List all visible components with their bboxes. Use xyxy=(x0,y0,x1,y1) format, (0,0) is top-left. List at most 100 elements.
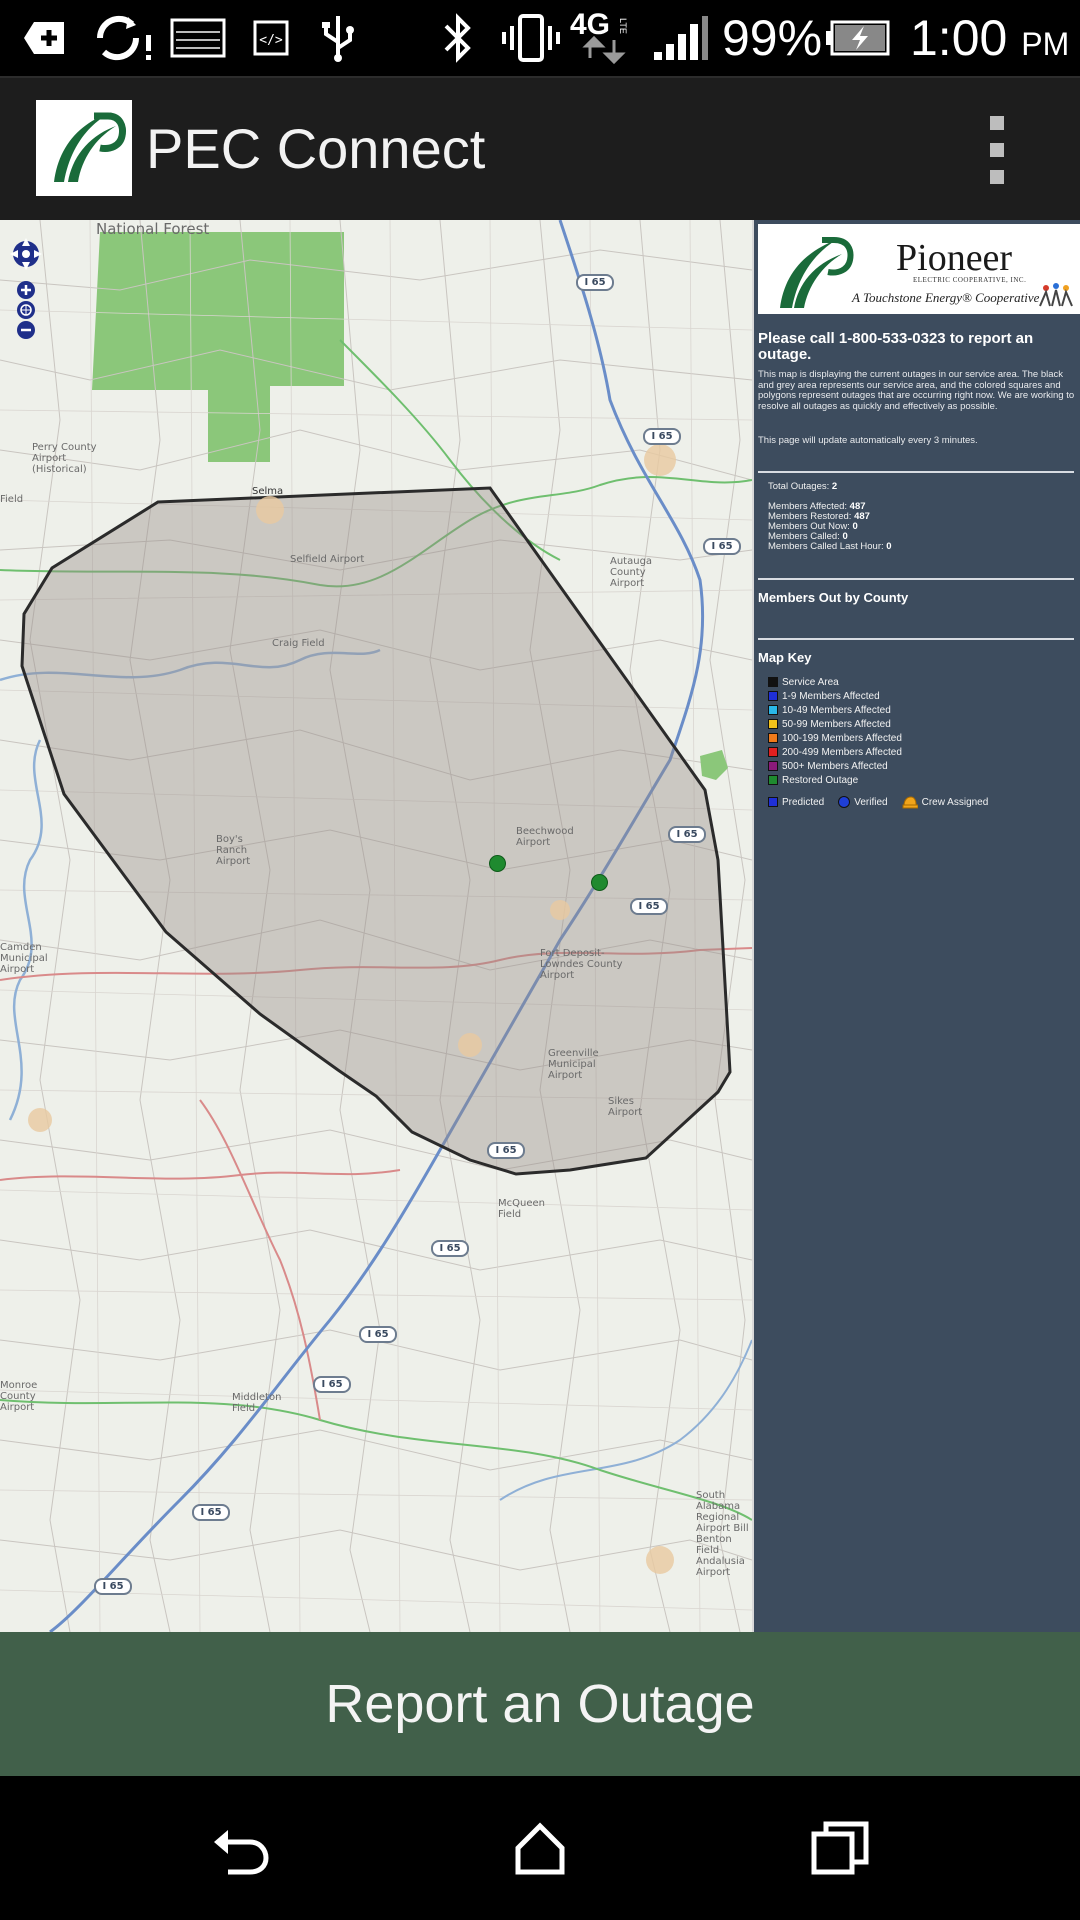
picture-icon xyxy=(170,10,226,66)
pan-icon[interactable] xyxy=(10,238,42,270)
map-controls xyxy=(6,228,46,353)
vibrate-icon xyxy=(500,10,562,66)
predicted-swatch xyxy=(768,797,778,807)
verified-circle-icon xyxy=(838,796,851,808)
map-label-fort-deposit: Fort Deposit-Lowndes County Airport xyxy=(540,948,623,981)
service-area-polygon[interactable] xyxy=(20,486,732,1176)
map-description: This map is displaying the current outag… xyxy=(758,369,1075,412)
add-box-icon xyxy=(22,10,68,66)
map-key-title: Map Key xyxy=(758,650,812,665)
river xyxy=(8,739,43,1121)
key-label: 500+ Members Affected xyxy=(782,760,888,772)
pioneer-logo-icon xyxy=(780,237,854,308)
restored-outage-marker[interactable] xyxy=(489,855,506,872)
highway-shield: I 65 xyxy=(192,1504,230,1521)
key-color-swatch xyxy=(768,761,778,771)
map-base-layer xyxy=(0,220,752,1632)
stat-value: 2 xyxy=(831,481,838,492)
stat-members-called-last-hour: Members Called Last Hour: 0 xyxy=(768,542,892,552)
key-label: 1-9 Members Affected xyxy=(782,690,880,702)
zoom-in-icon[interactable] xyxy=(17,281,35,299)
stat-label: Members Called Last Hour: xyxy=(768,541,884,552)
highway-shield: I 65 xyxy=(94,1578,132,1595)
map-label-greenville: Greenville Municipal Airport xyxy=(548,1048,599,1081)
map-key-item: 1-9 Members Affected xyxy=(768,690,880,702)
bluetooth-icon xyxy=(440,10,476,66)
sync-error-icon xyxy=(94,10,156,66)
outage-info-panel: Pioneer ELECTRIC COOPERATIVE, INC. A Tou… xyxy=(754,220,1080,1632)
usb-icon xyxy=(318,10,358,66)
us-route xyxy=(199,1099,321,1421)
key-color-swatch xyxy=(768,747,778,757)
4g-lte-icon: 4G LTE xyxy=(568,8,640,66)
map-label-sikes: Sikes Airport xyxy=(608,1096,643,1118)
highway-shield: I 65 xyxy=(431,1240,469,1257)
zoom-world-icon[interactable] xyxy=(17,301,35,319)
key-color-swatch xyxy=(768,775,778,785)
app-bar: PEC Connect xyxy=(0,76,1080,220)
back-icon[interactable] xyxy=(200,1808,280,1888)
overflow-menu-icon[interactable] xyxy=(975,116,1019,184)
map-label-monroe: Monroe County Airport xyxy=(0,1380,38,1413)
zoom-out-icon[interactable] xyxy=(17,321,35,339)
code-icon: </> xyxy=(252,10,290,66)
recents-icon[interactable] xyxy=(800,1808,880,1888)
map-label-autauga: Autauga County Airport xyxy=(610,556,653,589)
highway-shield: I 65 xyxy=(576,274,614,291)
app-logo xyxy=(36,100,132,196)
home-icon[interactable] xyxy=(500,1808,580,1888)
restored-outage-marker[interactable] xyxy=(591,874,608,891)
map-key-markers: Predicted Verified Crew Assigned xyxy=(768,795,1002,809)
stat-value: 0 xyxy=(852,521,858,532)
battery-percent: 99% xyxy=(722,10,823,66)
highway-shield: I 65 xyxy=(703,538,741,555)
map-key-item: 50-99 Members Affected xyxy=(768,718,891,730)
us-route xyxy=(0,1169,401,1181)
divider xyxy=(758,578,1074,580)
clock-time: 1:00 xyxy=(910,10,1008,66)
map-label-beechwood: Beechwood Airport xyxy=(516,826,574,848)
key-color-swatch xyxy=(768,719,778,729)
key-color-swatch xyxy=(768,705,778,715)
key-label: Service Area xyxy=(782,676,839,688)
key-label: Crew Assigned xyxy=(921,796,989,808)
outage-map[interactable]: National Forest Selma Selfield Airport C… xyxy=(0,220,752,1632)
highway-shield: I 65 xyxy=(359,1326,397,1343)
map-label-craig-field: Craig Field xyxy=(272,638,325,649)
map-key-item: 10-49 Members Affected xyxy=(768,704,891,716)
report-phone-heading: Please call 1-800-533-0323 to report an … xyxy=(758,330,1034,363)
report-outage-button[interactable]: Report an Outage xyxy=(0,1632,1080,1776)
key-label: 100-199 Members Affected xyxy=(782,732,902,744)
map-label-boys-ranch: Boy's Ranch Airport xyxy=(216,834,251,867)
key-crew-assigned: Crew Assigned xyxy=(902,795,989,809)
map-label-perry-county: Perry County Airport (Historical) xyxy=(32,442,97,475)
map-key-item: Service Area xyxy=(768,676,839,688)
stat-total-outages: Total Outages: 2 xyxy=(768,482,837,492)
map-label-field: Field xyxy=(0,494,24,505)
highway-shield: I 65 xyxy=(643,428,681,445)
key-label: 200-499 Members Affected xyxy=(782,746,902,758)
map-key-item: 100-199 Members Affected xyxy=(768,732,902,744)
svg-text:LTE: LTE xyxy=(618,18,628,34)
update-note: This page will update automatically ever… xyxy=(758,435,978,446)
map-key-item: Restored Outage xyxy=(768,774,858,786)
key-color-swatch xyxy=(768,733,778,743)
highway-shield: I 65 xyxy=(313,1376,351,1393)
key-label: Restored Outage xyxy=(782,774,859,786)
map-label-middleton: Middleton Field xyxy=(232,1392,282,1414)
members-out-by-county-title: Members Out by County xyxy=(758,590,909,605)
key-label: 10-49 Members Affected xyxy=(782,704,891,716)
touchstone-energy-icon xyxy=(1039,283,1073,307)
battery-charging-icon xyxy=(826,10,892,66)
key-predicted: Predicted xyxy=(768,797,824,808)
navigation-bar xyxy=(0,1776,1080,1920)
key-label: Verified xyxy=(854,796,888,808)
map-key-item: 500+ Members Affected xyxy=(768,760,888,772)
divider xyxy=(758,471,1074,473)
highway-shield: I 65 xyxy=(668,826,706,843)
key-label: 50-99 Members Affected xyxy=(782,718,891,730)
map-label-selma: Selma xyxy=(252,486,284,497)
stat-label: Total Outages: xyxy=(768,481,830,492)
divider xyxy=(758,638,1074,640)
stat-value: 0 xyxy=(886,541,892,552)
